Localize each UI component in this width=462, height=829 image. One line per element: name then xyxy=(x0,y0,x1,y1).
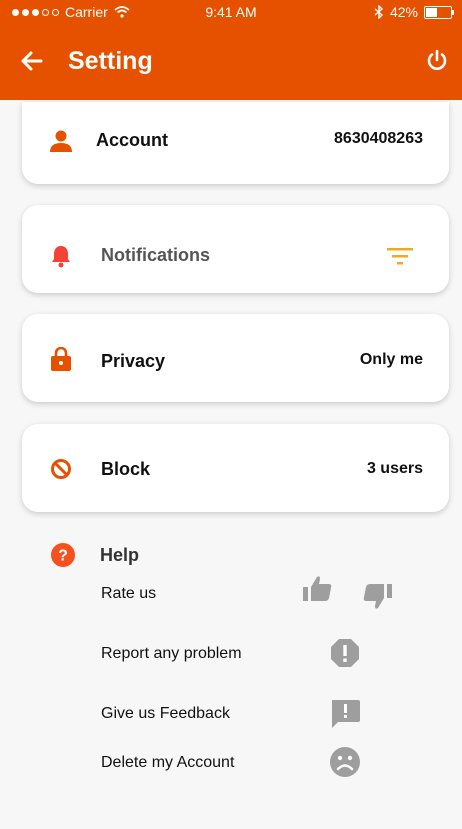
privacy-label: Privacy xyxy=(101,351,166,371)
notifications-label: Notifications xyxy=(101,245,211,265)
app-header: Carrier 9:41 AM 42% Setting xyxy=(0,0,462,100)
report-icon xyxy=(331,639,359,667)
account-card[interactable]: Account 8630408263 xyxy=(22,102,449,184)
power-icon xyxy=(427,49,447,70)
block-card[interactable]: Block 3 users xyxy=(22,424,449,512)
thumbs-up-icon xyxy=(303,576,332,601)
sad-face-icon xyxy=(330,747,360,777)
back-button[interactable] xyxy=(18,47,46,75)
rate-us-item[interactable]: Rate us xyxy=(101,585,156,603)
back-arrow-icon xyxy=(21,51,43,71)
block-value: 3 users xyxy=(366,460,423,477)
delete-account-item[interactable]: Delete my Account xyxy=(101,754,234,772)
privacy-card[interactable]: Privacy Only me xyxy=(22,314,449,402)
account-label: Account xyxy=(96,130,168,150)
report-button[interactable] xyxy=(330,638,360,668)
filter-icon xyxy=(387,248,413,265)
status-bar: Carrier 9:41 AM 42% xyxy=(0,0,462,24)
report-problem-item[interactable]: Report any problem xyxy=(101,645,242,663)
thumbs-down-icon xyxy=(363,584,392,609)
help-icon: ? xyxy=(51,543,75,567)
block-icon xyxy=(49,457,73,481)
settings-screen: Carrier 9:41 AM 42% Setting Account 8630… xyxy=(0,0,462,829)
help-title: Help xyxy=(100,545,140,565)
feedback-icon xyxy=(332,700,360,728)
person-icon xyxy=(49,129,73,153)
notifications-card[interactable]: Notifications xyxy=(22,205,449,293)
block-label: Block xyxy=(101,459,151,479)
feedback-item[interactable]: Give us Feedback xyxy=(101,705,230,723)
thumbs-down-button[interactable] xyxy=(362,582,392,612)
bell-icon xyxy=(49,244,73,268)
status-right: 42% xyxy=(374,4,454,20)
battery-percent: 42% xyxy=(389,4,418,20)
logout-button[interactable] xyxy=(422,46,452,76)
thumbs-up-button[interactable] xyxy=(303,573,333,603)
svg-text:?: ? xyxy=(58,548,68,565)
lock-icon xyxy=(49,347,73,371)
account-value: 8630408263 xyxy=(334,130,423,147)
privacy-value: Only me xyxy=(359,351,423,368)
feedback-button[interactable] xyxy=(330,699,360,729)
bluetooth-icon xyxy=(374,5,383,19)
delete-account-button[interactable] xyxy=(330,747,360,777)
filter-button[interactable] xyxy=(387,247,413,265)
battery-icon xyxy=(424,5,454,19)
page-title: Setting xyxy=(68,47,153,75)
